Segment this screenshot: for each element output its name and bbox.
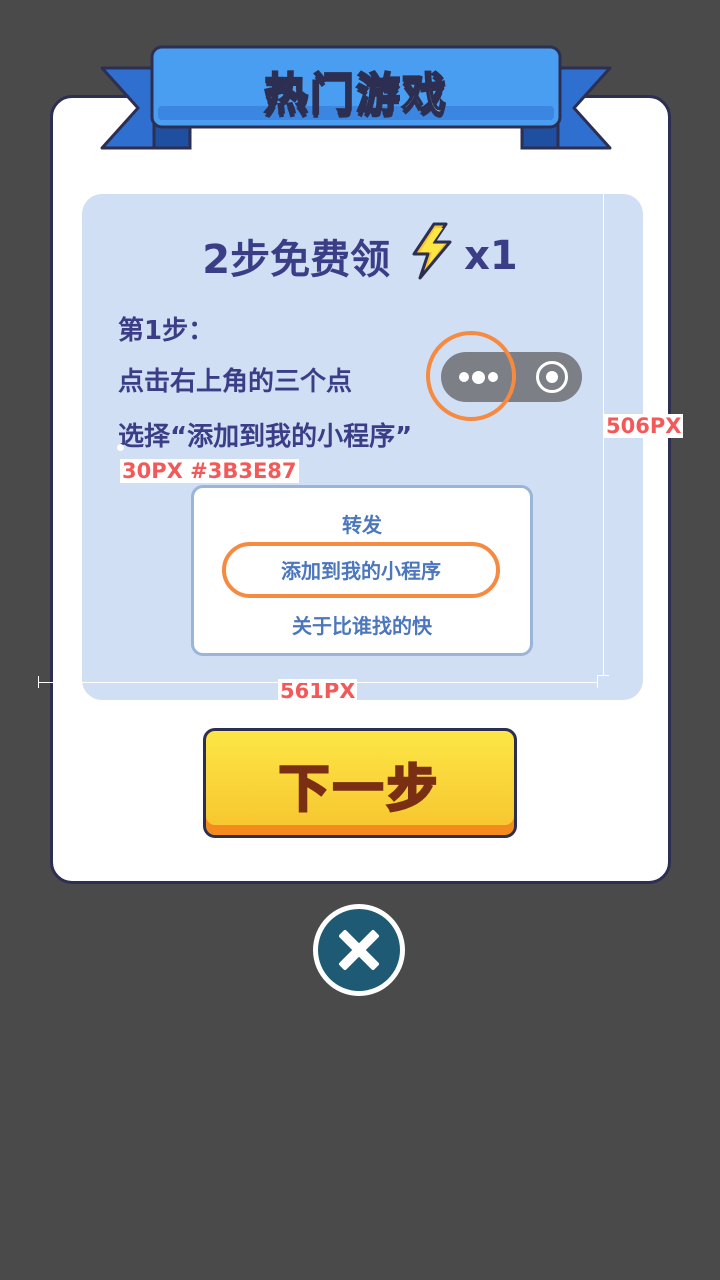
step-label: 第1步： xyxy=(118,316,215,346)
heading-text: 2步免费领 xyxy=(202,237,391,283)
instruction-line-2: 选择“添加到我的小程序” xyxy=(118,422,413,452)
width-dimension-cap-left xyxy=(38,676,39,688)
width-dimension-cap-right xyxy=(597,676,598,688)
height-dimension-cap xyxy=(597,675,609,676)
reward-multiplier: x1 xyxy=(464,233,518,279)
highlight-ring xyxy=(426,331,516,421)
next-step-label: 下一步 xyxy=(278,759,441,820)
close-icon xyxy=(339,930,379,970)
title-ribbon: 热门游戏 xyxy=(98,44,614,154)
menu-item-add-to-my-miniprogram: 添加到我的小程序 xyxy=(222,542,500,598)
menu-item-forward: 转发 xyxy=(342,513,382,537)
share-menu-illustration: 转发 添加到我的小程序 关于比谁找的快 xyxy=(191,485,533,656)
height-dimension-line xyxy=(603,194,604,676)
target-icon xyxy=(536,361,568,393)
height-annotation: 506PX xyxy=(604,414,684,438)
lightning-icon xyxy=(408,222,454,290)
instruction-line-1: 点击右上角的三个点 xyxy=(118,367,353,397)
font-annotation: 30PX #3B3E87 xyxy=(120,459,299,483)
close-button[interactable] xyxy=(313,904,405,996)
next-step-button[interactable]: 下一步 xyxy=(203,728,517,838)
panel-heading: 2步免费领 x1 xyxy=(0,222,720,290)
annotation-anchor-dot xyxy=(117,444,124,451)
menu-item-about: 关于比谁找的快 xyxy=(292,614,432,638)
width-dimension-line xyxy=(38,682,598,683)
dialog-title: 热门游戏 xyxy=(263,68,448,121)
